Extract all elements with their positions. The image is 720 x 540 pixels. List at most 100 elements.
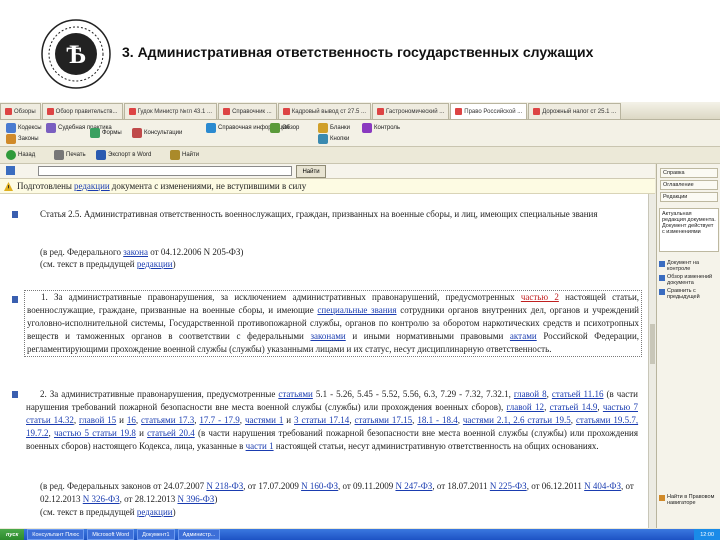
sidebar-item-editions[interactable]: Редакции [660,192,718,202]
forms-button[interactable]: Формы [90,128,122,138]
taskbar-item[interactable]: Администр... [177,529,221,540]
control-button[interactable]: Контроль [362,123,400,133]
laws-link[interactable]: законами [310,331,345,341]
text: ) [214,494,218,504]
scrollbar-thumb[interactable] [650,324,655,364]
articles-link[interactable]: 18.1 - 18.4 [417,415,457,425]
tab-2[interactable]: Гудок Министр №гл 43.1 ... [123,103,218,119]
document-icon [128,108,136,115]
tab-0[interactable]: Обзоры [0,103,41,119]
acts-link[interactable]: актами [510,331,537,341]
articles-link[interactable]: статьями 17.15 [355,415,413,425]
find-toolbar-button[interactable]: Найти [170,150,199,160]
slide-title: 3. Административная ответственность госу… [122,44,594,60]
taskbar-item[interactable]: Microsoft Word [87,529,135,540]
chapter-link[interactable]: главой 12 [507,402,545,412]
buttons-icon [318,134,328,144]
blanks-button[interactable]: Бланки [318,123,350,133]
article-link[interactable]: статьей 14.9 [550,402,598,412]
chapter-link[interactable]: 16 [127,415,136,425]
tab-label: Справочник ... [232,108,272,115]
tab-label: Кадровый вывод ст 27.5 ... [291,108,367,115]
law-link[interactable]: N 247-ФЗ [395,481,432,491]
text: (в ред. Федеральных законов от 24.07.200… [40,481,207,491]
button-label: Экспорт в Word [108,152,152,158]
paragraph-1: 1. За административные правонарушения, з… [24,290,642,357]
svg-text:Ѣ: Ѣ [66,40,86,69]
sidebar-link-control[interactable]: Документ на контроле [659,260,719,272]
navigation-toolbar: Назад Печать Экспорт в Word Найти [0,147,720,164]
back-button[interactable]: Назад [6,150,35,160]
articles-link[interactable]: статьями [278,389,313,399]
article-link[interactable]: статьей 11.16 [552,389,604,399]
law-link[interactable]: N 160-ФЗ [301,481,338,491]
compare-icon [659,289,665,295]
notice-text: документа с изменениями, не вступившими … [111,181,307,191]
court-icon [46,123,56,133]
search-input[interactable] [38,166,292,176]
articles-link[interactable]: 17.7 - 17.9 [199,415,239,425]
part-link[interactable]: частями 2.1, 2.6 статьи 19.5 [463,415,571,425]
articles-link[interactable]: статьями 17.3 [141,415,194,425]
document-icon [46,108,54,115]
start-button[interactable]: пуск [0,529,25,540]
buttons-button[interactable]: Кнопки [318,134,349,144]
tab-6[interactable]: Право Российской ... [450,103,528,119]
forms-icon [90,128,100,138]
tab-1[interactable]: Обзор правительств... [41,103,123,119]
notice-link[interactable]: редакции [74,181,110,191]
chapter-link[interactable]: главой 15 [79,415,116,425]
blanks-icon [318,123,328,133]
codes-icon [6,123,16,133]
laws-button[interactable]: Законы [6,134,39,144]
sidebar-link-changes[interactable]: Обзор изменений документа [659,274,719,286]
edition-link[interactable]: редакции [137,259,173,269]
law-link[interactable]: закона [123,247,148,257]
part-link[interactable]: части 1 [246,441,274,451]
tab-7[interactable]: Дорожный налог ст 25.1 ... [528,103,622,119]
text: от 04.12.2006 N 205-ФЗ) [148,247,244,257]
edition-link[interactable]: редакции [137,507,173,517]
review-button[interactable]: Обзор [270,123,299,133]
ranks-link[interactable]: специальные звания [317,305,396,315]
link-label: Обзор изменений документа [667,274,713,286]
law-link[interactable]: N 225-ФЗ [490,481,527,491]
button-label: Печать [66,152,86,158]
print-button[interactable]: Печать [54,150,86,160]
taskbar-item[interactable]: Консультант Плюс [27,529,85,540]
sidebar-item-reference[interactable]: Справка [660,168,718,178]
search-button[interactable]: Найти [296,165,326,178]
document-icon [455,108,463,115]
sidebar-link-compare[interactable]: Сравнить с предыдущей [659,288,719,300]
law-link[interactable]: N 404-ФЗ [584,481,621,491]
control-icon [659,261,665,267]
law-link[interactable]: N 218-ФЗ [206,481,243,491]
codes-button[interactable]: Кодексы [6,123,42,133]
text: 1. За административные правонарушения, з… [41,292,521,302]
article-link[interactable]: статьей 20.4 [147,428,195,438]
link-label: Документ на контроле [667,260,700,272]
consultations-button[interactable]: Консультации [132,128,182,138]
part-link[interactable]: 3 статьи 17.14 [294,415,349,425]
paragraph-marker-icon [12,211,18,218]
taskbar-item[interactable]: Документ1 [137,529,175,540]
law-link[interactable]: N 396-ФЗ [177,494,214,504]
chapter-link[interactable]: главой 8 [514,389,547,399]
text: и [116,415,127,425]
tab-3[interactable]: Справочник ... [218,103,277,119]
part-link[interactable]: частью 2 [521,292,559,302]
tab-4[interactable]: Кадровый вывод ст 27.5 ... [277,103,372,119]
main-toolbar: Кодексы Законы Судебная практика Формы К… [0,120,720,147]
button-label: Назад [18,152,36,158]
export-word-button[interactable]: Экспорт в Word [96,150,151,160]
sidebar-link-navigator[interactable]: Найти в Правовом навигаторе [659,494,719,506]
law-link[interactable]: N 326-ФЗ [83,494,120,504]
part-link[interactable]: частью 5 статьи 19.8 [54,428,136,438]
text: , от 09.11.2009 [337,481,396,491]
edition-info-box: Актуальная редакция документа. Документ … [659,208,719,252]
document-scrollbar[interactable] [648,194,656,528]
sidebar-item-contents[interactable]: Оглавление [660,180,718,190]
part-link[interactable]: частями 1 [245,415,283,425]
tab-5[interactable]: Гастрономический ... [372,103,450,119]
search-icon [6,166,15,175]
